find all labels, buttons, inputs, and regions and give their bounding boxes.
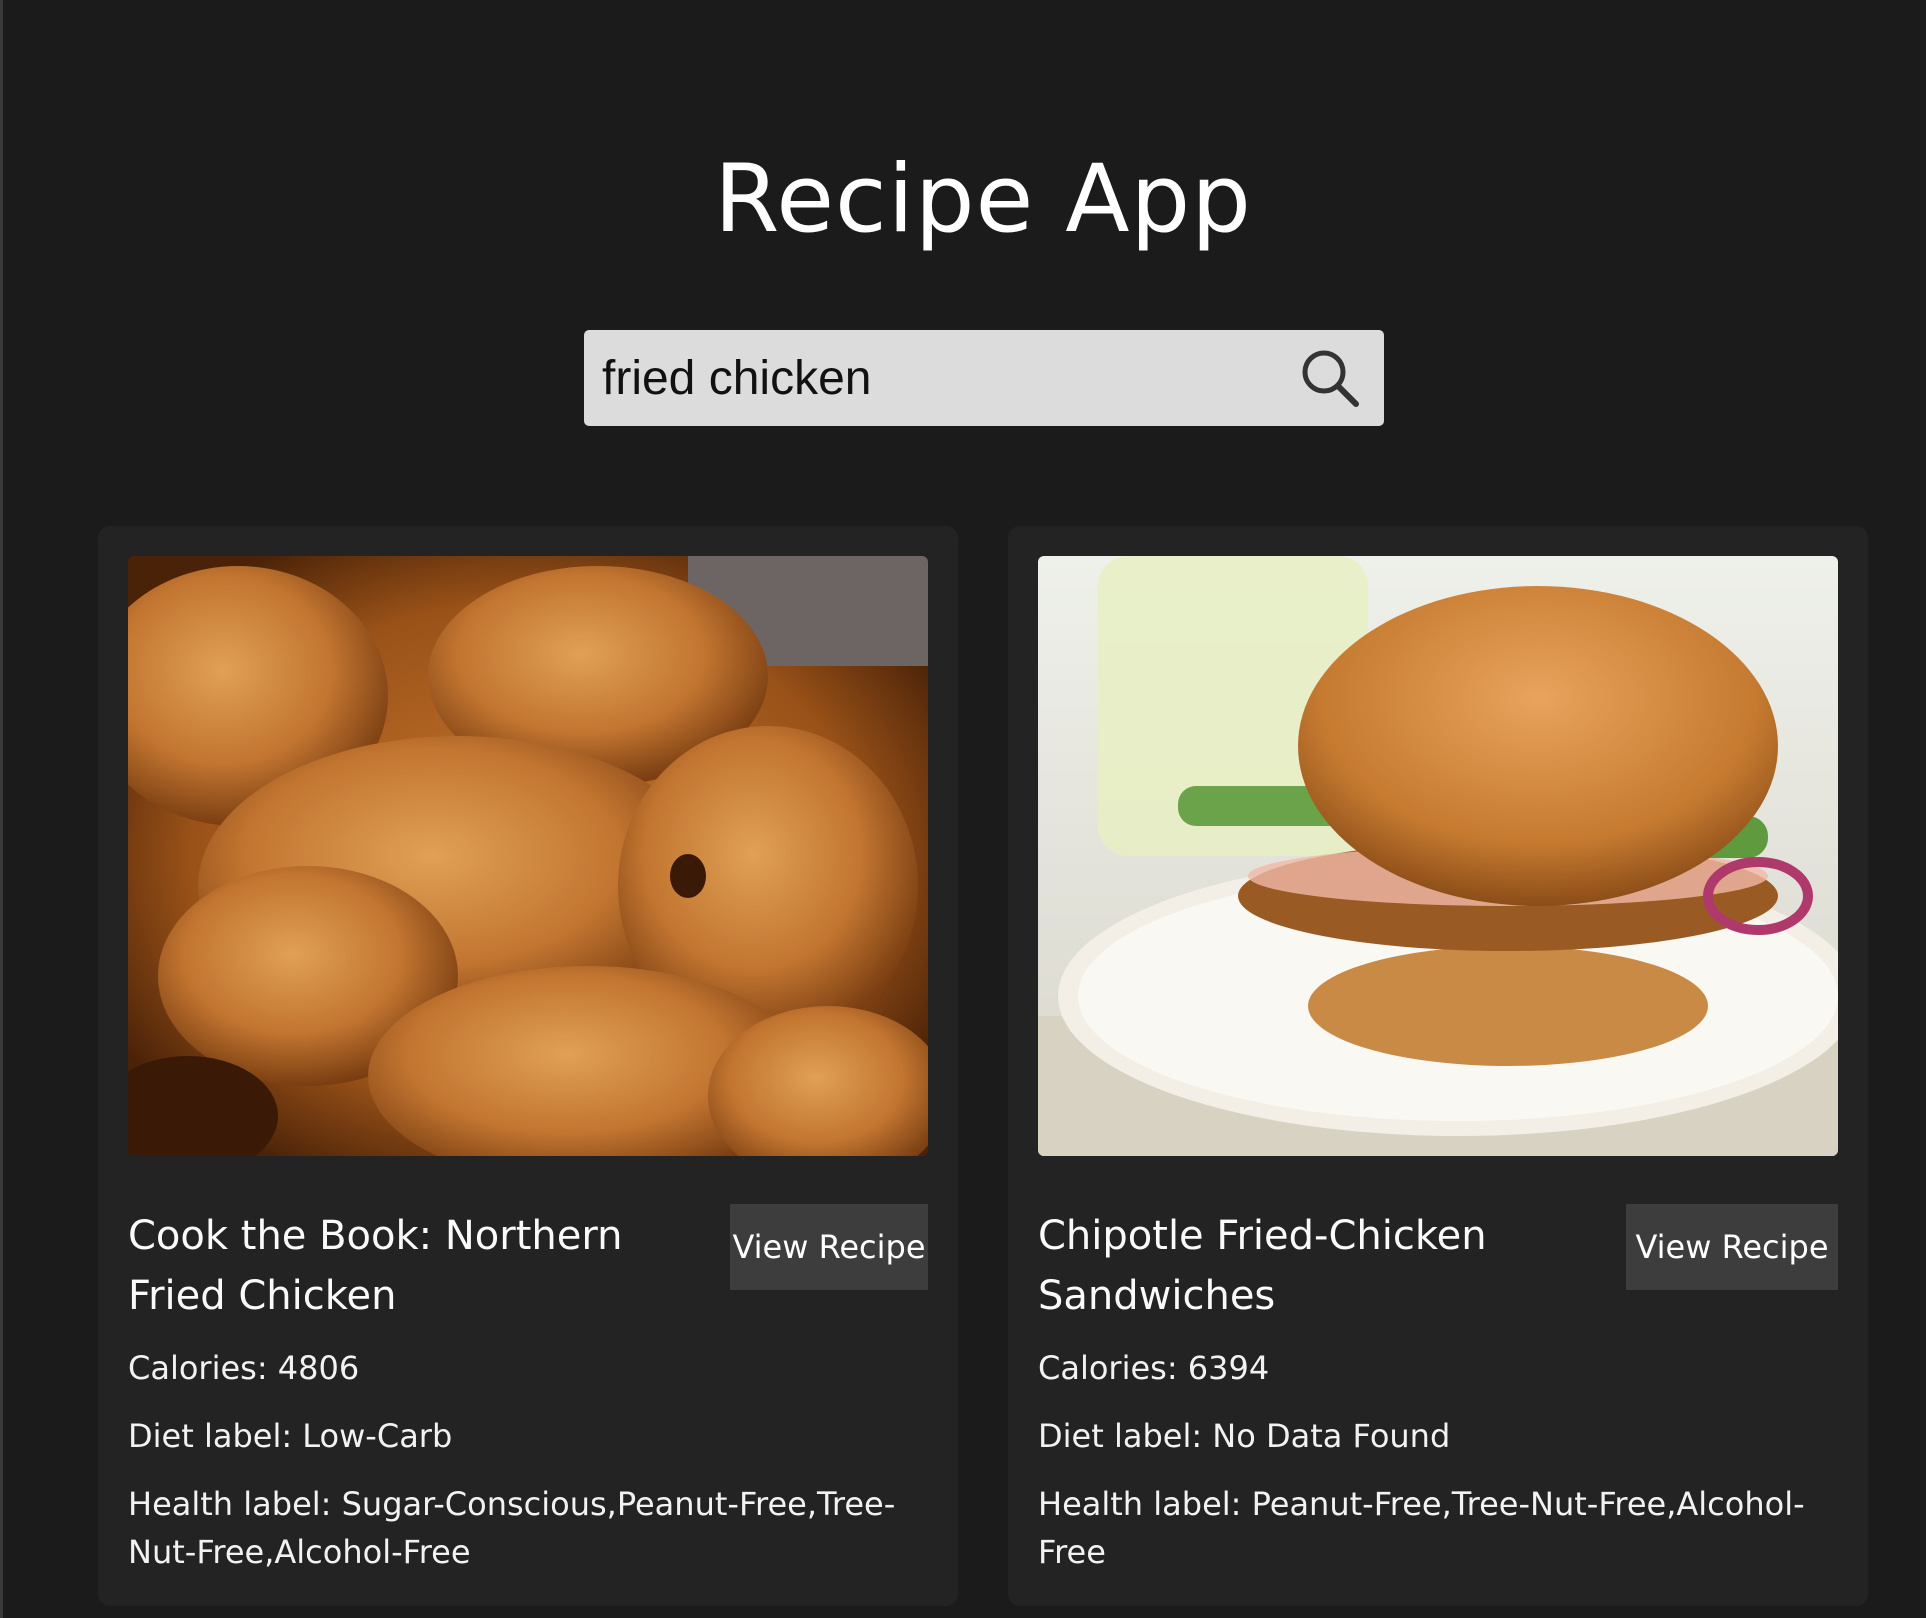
recipe-health-label: Health label: Peanut-Free,Tree-Nut-Free,… <box>1038 1485 1805 1571</box>
search-input[interactable] <box>602 330 1282 426</box>
recipe-calories: Calories: 4806 <box>128 1349 360 1387</box>
search-bar <box>584 330 1384 426</box>
recipe-image-fried-chicken <box>128 556 928 1156</box>
page: Recipe App fried chicken Cook the Book: … <box>0 0 1926 1618</box>
recipe-health-label: Health label: Sugar-Conscious,Peanut-Fre… <box>128 1485 896 1571</box>
page-title: Recipe App <box>714 145 1252 254</box>
recipe-title: Cook the Book: Northern Fried Chicken <box>128 1213 623 1319</box>
recipe-diet-label: Diet label: No Data Found <box>1038 1417 1451 1455</box>
search-button[interactable] <box>1298 346 1362 410</box>
recipe-image-chicken-sandwich <box>1038 556 1838 1156</box>
recipe-card: Cook the Book: Northern Fried Chicken Vi… <box>98 526 958 1606</box>
recipe-card: Chipotle Fried-Chicken Sandwiches View R… <box>1008 526 1868 1606</box>
recipe-diet-label: Diet label: Low-Carb <box>128 1417 453 1455</box>
view-recipe-button[interactable]: View Recipe <box>730 1204 928 1290</box>
recipe-title: Chipotle Fried-Chicken Sandwiches <box>1038 1213 1487 1319</box>
search-icon <box>1302 350 1359 407</box>
recipe-calories: Calories: 6394 <box>1038 1349 1270 1387</box>
view-recipe-button[interactable]: View Recipe <box>1626 1204 1838 1290</box>
